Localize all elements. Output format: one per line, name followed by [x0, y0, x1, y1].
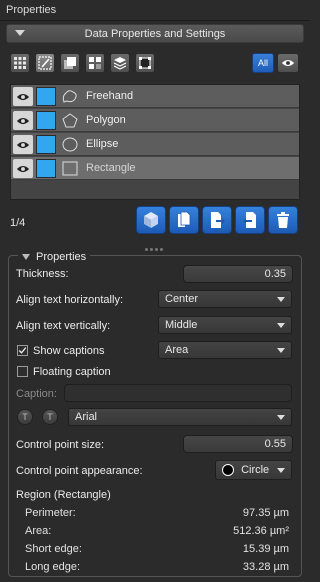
caption-input[interactable] [64, 384, 292, 402]
list-item[interactable]: Ellipse [11, 133, 299, 156]
export-icon [211, 212, 225, 228]
color-swatch[interactable] [36, 159, 56, 178]
short-edge-label: Short edge: [25, 543, 82, 555]
align-horizontal-label: Align text horizontally: [16, 294, 123, 306]
control-point-appearance-value: Circle [241, 464, 270, 476]
cube-icon [144, 212, 158, 228]
short-edge-value: 15.39 µm [242, 543, 289, 555]
list-item-label: Polygon [86, 114, 126, 126]
control-point-appearance-select[interactable]: Circle [215, 460, 292, 480]
eye-icon[interactable] [13, 111, 33, 130]
checkmark-icon [18, 347, 27, 354]
color-swatch[interactable] [36, 111, 56, 130]
delete-icon [277, 212, 289, 228]
ellipse-shape-icon [62, 137, 78, 152]
section-header-data-properties[interactable]: Data Properties and Settings [6, 24, 304, 43]
align-vertical-value: Middle [165, 319, 198, 331]
grid-icon [14, 57, 26, 69]
copy-icon [178, 211, 191, 227]
long-edge-label: Long edge: [25, 561, 81, 573]
rectangle-shape-icon [62, 161, 78, 176]
import-icon [243, 212, 256, 228]
captions-mode-value: Area [165, 344, 189, 356]
overlay-tool-button[interactable] [60, 53, 80, 73]
perimeter-label: Perimeter: [25, 507, 76, 519]
area-label: Area: [25, 525, 52, 537]
crop-tool-button[interactable] [135, 53, 155, 73]
control-point-size-field[interactable]: 0.55 [183, 435, 293, 453]
align-horizontal-select[interactable]: Center [158, 290, 292, 308]
show-all-button[interactable]: All [252, 53, 274, 73]
floating-caption-label[interactable]: Floating caption [33, 366, 111, 378]
chevron-down-icon [277, 468, 285, 473]
cube-action-button[interactable] [136, 206, 166, 234]
visibility-toggle-button[interactable] [277, 53, 299, 73]
list-item-label: Rectangle [86, 162, 136, 174]
region-title: Region (Rectangle) [16, 489, 111, 501]
annotation-list[interactable]: Freehand Polygon Ellipse Rectangle [10, 84, 300, 200]
panel-title: Properties [6, 4, 57, 16]
list-item-label: Freehand [86, 90, 134, 102]
chevron-down-icon [277, 297, 285, 302]
floating-caption-checkbox[interactable] [17, 366, 28, 377]
list-item[interactable]: Freehand [11, 85, 299, 108]
eye-icon[interactable] [13, 87, 33, 106]
list-item-label: Ellipse [86, 138, 119, 150]
font-family-value: Arial [75, 411, 98, 423]
color-swatch[interactable] [36, 135, 56, 154]
overlay-icon [64, 57, 76, 69]
properties-legend-label: Properties [36, 251, 87, 263]
eye-icon [281, 59, 295, 67]
freehand-edit-tool-button[interactable] [35, 53, 55, 73]
align-vertical-label: Align text vertically: [16, 320, 111, 332]
chevron-down-icon [277, 415, 285, 420]
list-item-selected[interactable]: Rectangle [11, 157, 299, 180]
chevron-down-icon [277, 348, 285, 353]
chevron-down-icon [277, 323, 285, 328]
thickness-label: Thickness: [16, 268, 69, 280]
show-captions-label[interactable]: Show captions [33, 345, 105, 357]
crop-icon [139, 57, 151, 69]
properties-group-header[interactable]: Properties [18, 250, 91, 264]
copy-button[interactable] [169, 206, 199, 234]
title-divider [0, 20, 310, 21]
perimeter-value: 97.35 µm [242, 507, 289, 519]
tiles-icon [89, 57, 101, 69]
freehand-edit-icon [38, 56, 52, 70]
export-button[interactable] [202, 206, 232, 234]
font-size-decrease-button[interactable]: T [17, 409, 33, 425]
align-horizontal-value: Center [165, 293, 199, 305]
section-header-label: Data Properties and Settings [84, 28, 226, 40]
control-point-appearance-label: Control point appearance: [16, 465, 143, 477]
eye-icon[interactable] [13, 135, 33, 154]
layers-tool-button[interactable] [110, 53, 130, 73]
tiles-tool-button[interactable] [85, 53, 105, 73]
align-vertical-select[interactable]: Middle [158, 316, 292, 334]
captions-mode-select[interactable]: Area [158, 341, 292, 359]
caption-label: Caption: [16, 388, 57, 400]
long-edge-value: 33.28 µm [242, 561, 289, 573]
area-value: 512.36 µm² [233, 525, 289, 537]
eye-icon[interactable] [13, 159, 33, 178]
circle-icon [222, 464, 234, 477]
grid-tool-button[interactable] [10, 53, 30, 73]
show-captions-checkbox[interactable] [17, 345, 28, 356]
delete-button[interactable] [268, 206, 298, 234]
freehand-shape-icon [62, 90, 77, 103]
layers-icon [113, 57, 127, 70]
resize-grip[interactable] [145, 242, 165, 251]
collapse-triangle-icon [22, 254, 30, 260]
polygon-shape-icon [62, 113, 78, 128]
selection-counter: 1/4 [10, 217, 26, 229]
font-family-select[interactable]: Arial [68, 408, 292, 426]
list-item[interactable]: Polygon [11, 109, 299, 132]
control-point-size-label: Control point size: [16, 439, 105, 451]
font-size-increase-button[interactable]: T [42, 409, 58, 425]
import-button[interactable] [235, 206, 265, 234]
color-swatch[interactable] [36, 87, 56, 106]
thickness-field[interactable]: 0.35 [183, 265, 293, 283]
